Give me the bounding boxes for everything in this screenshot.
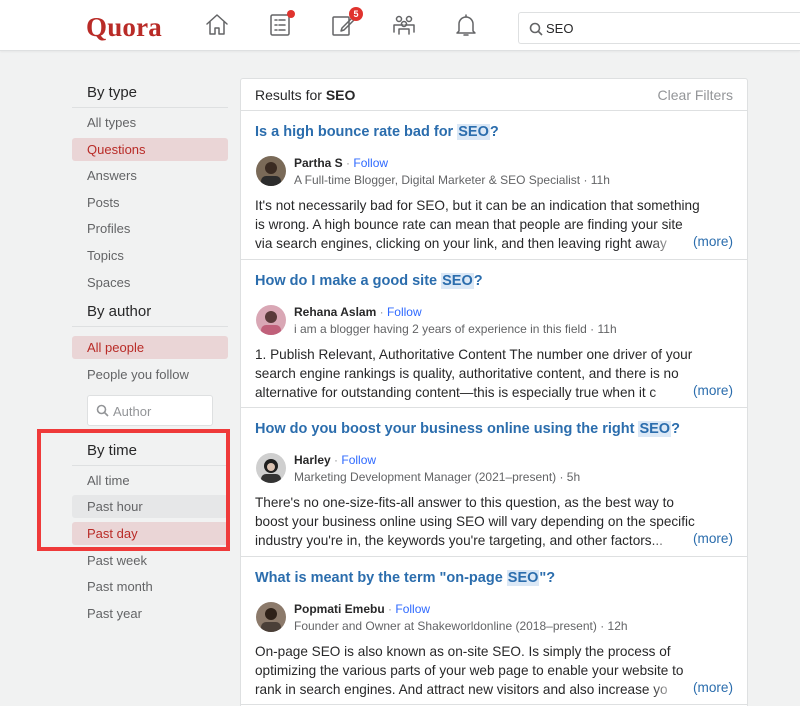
result-item: How do you boost your business online us…: [241, 408, 747, 557]
author-name[interactable]: Rehana Aslam: [294, 305, 376, 319]
by-type-heading: By type: [72, 78, 228, 108]
question-title-link[interactable]: How do I make a good site SEO?: [255, 272, 483, 289]
answer-edit-icon[interactable]: 5: [330, 7, 363, 38]
result-item: What is meant by the term "on-page SEO"?…: [241, 557, 747, 705]
filter-posts[interactable]: Posts: [72, 191, 228, 214]
more-link[interactable]: (more): [689, 531, 733, 546]
filter-questions[interactable]: Questions: [72, 137, 228, 161]
more-link[interactable]: (more): [689, 234, 733, 249]
results-header: Results for SEO Clear Filters: [241, 79, 747, 111]
home-icon[interactable]: [204, 12, 230, 38]
filter-people-you-follow[interactable]: People you follow: [72, 363, 228, 386]
results-query: SEO: [325, 87, 356, 103]
filter-topics[interactable]: Topics: [72, 244, 228, 267]
clear-filters-button[interactable]: Clear Filters: [658, 87, 733, 103]
author-name[interactable]: Harley: [294, 453, 331, 467]
highlight-frame: [37, 429, 230, 551]
avatar[interactable]: [256, 601, 286, 632]
avatar[interactable]: [256, 453, 286, 483]
filter-past-month[interactable]: Past month: [72, 575, 228, 598]
search-query-value: SEO: [546, 21, 574, 36]
avatar[interactable]: [256, 304, 286, 335]
author-name[interactable]: Popmati Emebu: [294, 602, 385, 616]
search-icon: [529, 22, 543, 36]
filter-all-types[interactable]: All types: [72, 111, 228, 134]
filter-past-week[interactable]: Past week: [72, 549, 228, 572]
more-link[interactable]: (more): [689, 679, 733, 695]
notifications-bell-icon[interactable]: [453, 12, 479, 38]
results-label: Results for SEO: [255, 87, 356, 103]
author-line: Partha S · Follow: [294, 156, 389, 170]
more-link[interactable]: (more): [689, 382, 733, 398]
results-panel: Results for SEO Clear Filters Is a high …: [240, 78, 748, 706]
notification-dot: [287, 10, 295, 18]
result-item: Is a high bounce rate bad for SEO? Parth…: [241, 111, 747, 260]
author-line: Harley · Follow: [294, 453, 377, 467]
top-navigation-bar: Quora 5 SEO: [0, 0, 800, 51]
filter-answers[interactable]: Answers: [72, 164, 228, 187]
filter-past-year[interactable]: Past year: [72, 602, 228, 625]
author-credential: A Full-time Blogger, Digital Marketer & …: [294, 173, 610, 187]
author-credential: Marketing Development Manager (2021–pres…: [294, 470, 581, 484]
following-feed-icon[interactable]: [267, 10, 295, 38]
question-title-link[interactable]: Is a high bounce rate bad for SEO?: [255, 124, 499, 140]
filter-spaces[interactable]: Spaces: [72, 271, 228, 294]
filter-profiles[interactable]: Profiles: [72, 217, 228, 240]
author-search-placeholder: Author: [113, 403, 152, 419]
quora-logo[interactable]: Quora: [86, 12, 162, 43]
author-credential: Founder and Owner at Shakeworldonline (2…: [294, 618, 628, 633]
avatar[interactable]: [256, 156, 286, 186]
follow-link[interactable]: Follow: [395, 602, 430, 616]
question-title-link[interactable]: What is meant by the term "on-page SEO"?: [255, 569, 555, 586]
author-credential: i am a blogger having 2 years of experie…: [294, 321, 617, 336]
spaces-icon[interactable]: [391, 12, 417, 38]
search-icon: [96, 404, 109, 417]
answer-badge-count: 5: [349, 7, 363, 21]
follow-link[interactable]: Follow: [353, 156, 388, 170]
author-name[interactable]: Partha S: [294, 156, 343, 170]
search-input[interactable]: SEO: [518, 12, 800, 44]
author-search-input[interactable]: Author: [87, 394, 213, 426]
question-title-link[interactable]: How do you boost your business online us…: [255, 421, 680, 437]
by-author-heading: By author: [72, 297, 228, 328]
follow-link[interactable]: Follow: [387, 305, 422, 319]
author-line: Rehana Aslam · Follow: [294, 304, 422, 319]
result-item: How do I make a good site SEO? Rehana As…: [241, 260, 747, 408]
author-line: Popmati Emebu · Follow: [294, 601, 431, 616]
filter-all-people[interactable]: All people: [72, 336, 228, 360]
follow-link[interactable]: Follow: [341, 453, 376, 467]
